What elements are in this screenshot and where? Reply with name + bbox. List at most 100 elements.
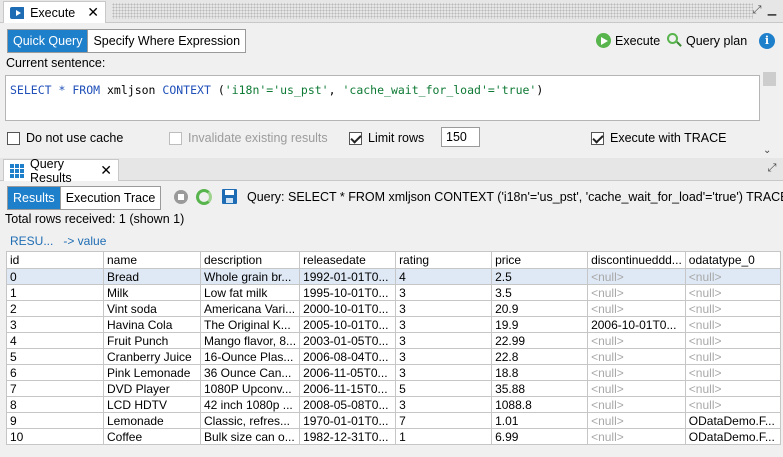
table-cell[interactable]: 1.01	[491, 412, 589, 429]
column-header[interactable]: id	[6, 251, 104, 269]
table-cell[interactable]: <null>	[587, 284, 686, 301]
maximize-icon[interactable]: ⤢	[765, 161, 779, 175]
table-row[interactable]: 5 Cranberry Juice 16-Ounce Plas... 2006-08-…	[6, 348, 781, 365]
table-cell[interactable]: The Original K...	[199, 316, 301, 333]
no-cache-checkbox[interactable]: Do not use cache	[7, 131, 123, 145]
table-cell[interactable]: 6	[6, 364, 104, 381]
table-cell[interactable]: 2006-11-15T0...	[299, 380, 397, 397]
column-header[interactable]: name	[103, 251, 201, 269]
table-cell[interactable]: 5	[6, 348, 104, 365]
limit-rows-checkbox[interactable]: Limit rows	[349, 131, 424, 145]
checkbox-box[interactable]	[349, 131, 362, 145]
table-cell[interactable]: Havina Cola	[103, 316, 201, 333]
table-cell[interactable]: 10	[6, 428, 104, 445]
table-cell[interactable]: Classic, refres...	[199, 412, 301, 429]
close-icon[interactable]: ✕	[87, 4, 99, 21]
table-row[interactable]: 10 Coffee Bulk size can o... 1982-12-31T0..…	[6, 428, 781, 445]
column-header[interactable]: price	[491, 251, 589, 269]
table-row[interactable]: 0 Bread Whole grain br... 1992-01-01T0... 4 2…	[6, 268, 781, 285]
table-cell[interactable]: <null>	[684, 396, 781, 413]
table-cell[interactable]: Bread	[103, 268, 201, 285]
query-plan-button[interactable]: Query plan	[667, 33, 747, 48]
table-cell[interactable]: 3.5	[491, 284, 589, 301]
table-cell[interactable]: 2000-10-01T0...	[299, 300, 397, 317]
table-cell[interactable]: 2006-08-04T0...	[299, 348, 397, 365]
table-cell[interactable]: 1970-01-01T0...	[299, 412, 397, 429]
table-cell[interactable]: 22.8	[491, 348, 589, 365]
table-cell[interactable]: ODataDemo.F...	[684, 412, 781, 429]
table-cell[interactable]: 36 Ounce Can...	[199, 364, 301, 381]
table-cell[interactable]: Low fat milk	[199, 284, 301, 301]
column-header[interactable]: rating	[395, 251, 493, 269]
table-cell[interactable]: 3	[395, 332, 493, 349]
table-cell[interactable]: 0	[6, 268, 104, 285]
table-cell[interactable]: ODataDemo.F...	[684, 428, 781, 445]
table-cell[interactable]: Lemonade	[103, 412, 201, 429]
table-cell[interactable]: 4	[395, 268, 493, 285]
checkbox-box[interactable]	[7, 131, 20, 145]
table-cell[interactable]: 1080P Upconv...	[199, 380, 301, 397]
table-cell[interactable]: 6.99	[491, 428, 589, 445]
checkbox-box[interactable]	[591, 131, 604, 145]
table-cell[interactable]: Coffee	[103, 428, 201, 445]
table-row[interactable]: 4 Fruit Punch Mango flavor, 8... 2003-01-05…	[6, 332, 781, 349]
table-cell[interactable]: <null>	[684, 364, 781, 381]
table-cell[interactable]: 3	[395, 284, 493, 301]
sql-editor[interactable]: SELECT * FROM xmljson CONTEXT ('i18n'='u…	[5, 75, 760, 121]
info-button[interactable]: i	[759, 33, 775, 49]
table-row[interactable]: 7 DVD Player 1080P Upconv... 2006-11-15T0..…	[6, 380, 781, 397]
table-cell[interactable]: Whole grain br...	[199, 268, 301, 285]
table-cell[interactable]: Milk	[103, 284, 201, 301]
table-cell[interactable]: 4	[6, 332, 104, 349]
table-cell[interactable]: 1992-01-01T0...	[299, 268, 397, 285]
table-cell[interactable]: Vint soda	[103, 300, 201, 317]
table-cell[interactable]: <null>	[684, 316, 781, 333]
table-cell[interactable]: 3	[395, 348, 493, 365]
breadcrumb-value[interactable]: -> value	[63, 234, 106, 248]
table-row[interactable]: 2 Vint soda Americana Vari... 2000-10-01T0.…	[6, 300, 781, 317]
chevron-down-icon[interactable]: ⌄	[763, 145, 771, 156]
tab-quick-query[interactable]: Quick Query	[8, 30, 89, 52]
column-header[interactable]: releasedate	[299, 251, 397, 269]
close-icon[interactable]: ✕	[100, 162, 112, 179]
table-cell[interactable]: 20.9	[491, 300, 589, 317]
table-row[interactable]: 6 Pink Lemonade 36 Ounce Can... 2006-11-05T…	[6, 364, 781, 381]
table-cell[interactable]: 18.8	[491, 364, 589, 381]
table-cell[interactable]: 19.9	[491, 316, 589, 333]
table-cell[interactable]: 2003-01-05T0...	[299, 332, 397, 349]
table-cell[interactable]: 2.5	[491, 268, 589, 285]
table-cell[interactable]: 16-Ounce Plas...	[199, 348, 301, 365]
table-cell[interactable]: <null>	[684, 268, 781, 285]
table-cell[interactable]: <null>	[587, 412, 686, 429]
refresh-button[interactable]	[196, 189, 212, 205]
table-cell[interactable]: 1982-12-31T0...	[299, 428, 397, 445]
table-cell[interactable]: <null>	[587, 348, 686, 365]
column-header[interactable]: odatatype_0	[684, 251, 781, 269]
table-cell[interactable]: 2005-10-01T0...	[299, 316, 397, 333]
tab-execution-trace[interactable]: Execution Trace	[60, 187, 161, 209]
query-results-tab[interactable]: Query Results ✕	[3, 157, 119, 185]
table-cell[interactable]: 2	[6, 300, 104, 317]
invalidate-checkbox[interactable]: Invalidate existing results	[169, 131, 328, 145]
breadcrumb-results[interactable]: RESU...	[10, 234, 53, 248]
limit-rows-input[interactable]: 150	[441, 127, 480, 147]
table-cell[interactable]: <null>	[587, 380, 686, 397]
table-cell[interactable]: <null>	[587, 300, 686, 317]
table-cell[interactable]: <null>	[684, 380, 781, 397]
table-cell[interactable]: Americana Vari...	[199, 300, 301, 317]
execute-tab[interactable]: Execute ✕	[3, 1, 106, 23]
minimize-icon[interactable]: ▁	[765, 3, 779, 17]
table-cell[interactable]: <null>	[684, 300, 781, 317]
table-cell[interactable]: 9	[6, 412, 104, 429]
table-cell[interactable]: Bulk size can o...	[199, 428, 301, 445]
table-cell[interactable]: 1	[6, 284, 104, 301]
trace-checkbox[interactable]: Execute with TRACE	[591, 131, 726, 145]
table-cell[interactable]: Fruit Punch	[103, 332, 201, 349]
execute-button[interactable]: Execute	[596, 33, 660, 48]
table-row[interactable]: 3 Havina Cola The Original K... 2005-10-01T…	[6, 316, 781, 333]
table-cell[interactable]: <null>	[587, 396, 686, 413]
table-cell[interactable]: <null>	[587, 364, 686, 381]
table-cell[interactable]: Mango flavor, 8...	[199, 332, 301, 349]
table-cell[interactable]: 35.88	[491, 380, 589, 397]
table-cell[interactable]: LCD HDTV	[103, 396, 201, 413]
